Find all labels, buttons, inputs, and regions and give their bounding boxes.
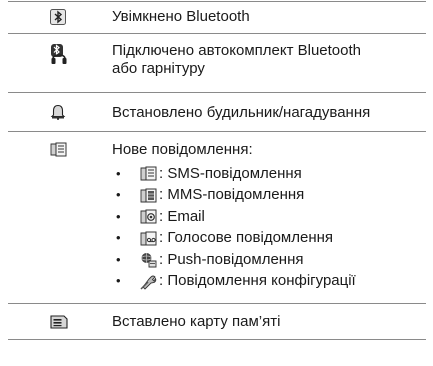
mms-message-icon [140,187,157,204]
bullet: • [116,251,121,267]
table-row-bluetooth-headset: Підключено автокомплект Bluetooth або га… [8,33,426,92]
alarm-bell-icon [50,104,66,120]
description-cell: Увімкнено Bluetooth [112,2,426,33]
description-text: Вставлено карту пам’яті [112,313,281,330]
new-message-icon [50,142,67,157]
table-row-memory-card: Вставлено карту пам’яті [8,303,426,340]
bullet: • [116,230,121,246]
list-item: • : Голосове повідомлення [112,228,426,250]
icon-cell [8,304,112,339]
description-cell: Встановлено будильник/нагадування [112,93,426,131]
sms-message-icon [140,165,157,182]
bullet: • [116,208,121,224]
push-message-icon [140,251,157,268]
list-item-text: : Голосове повідомлення [159,229,334,247]
list-item-text: : Email [159,207,205,225]
description-cell: Підключено автокомплект Bluetooth або га… [112,34,426,92]
bullet: • [116,273,121,289]
description-text: Нове повідомлення: [112,141,253,158]
icon-cell [8,132,112,303]
description-cell: Вставлено карту пам’яті [112,304,426,339]
configuration-message-icon [140,273,157,290]
description-text: або гарнітуру [112,60,205,77]
list-item-text: : Повідомлення конфігурації [159,272,356,290]
voice-message-icon [140,230,157,247]
memory-card-icon [50,315,68,329]
icon-cell [8,34,112,92]
status-icons-table: Увімкнено Bluetooth Підключено автокомпл… [8,1,426,340]
list-item-text: : SMS-повідомлення [159,164,302,182]
table-row-alarm: Встановлено будильник/нагадування [8,92,426,131]
list-item: • : SMS-повідомлення [112,163,426,185]
description-text: Підключено автокомплект Bluetooth [112,42,362,59]
list-item: • : Push-повідомлення [112,249,426,271]
bluetooth-icon [50,9,66,25]
message-type-list: • : SMS-повідомлення •: MMS-повідомленн… [112,163,426,292]
icon-cell [8,2,112,33]
email-icon [140,208,157,225]
list-item-text: : Push-повідомлення [159,250,304,268]
description-cell: Нове повідомлення: • : SMS-повідомлення [112,132,426,303]
icon-cell [8,93,112,131]
list-item: • : MMS-повідомлення [112,185,426,207]
table-row-new-message: Нове повідомлення: • : SMS-повідомлення [8,131,426,303]
description-text: Увімкнено Bluetooth [112,8,250,25]
bullet: • [116,187,121,203]
bluetooth-headset-icon [50,43,68,65]
list-item: • : Email [112,206,426,228]
table-row-bluetooth: Увімкнено Bluetooth [8,1,426,33]
bullet: • [116,165,121,181]
description-text: Встановлено будильник/нагадування [112,104,371,121]
list-item-text: : MMS-повідомлення [159,186,305,204]
list-item: • : Повідомлення конфігурації [112,271,426,293]
